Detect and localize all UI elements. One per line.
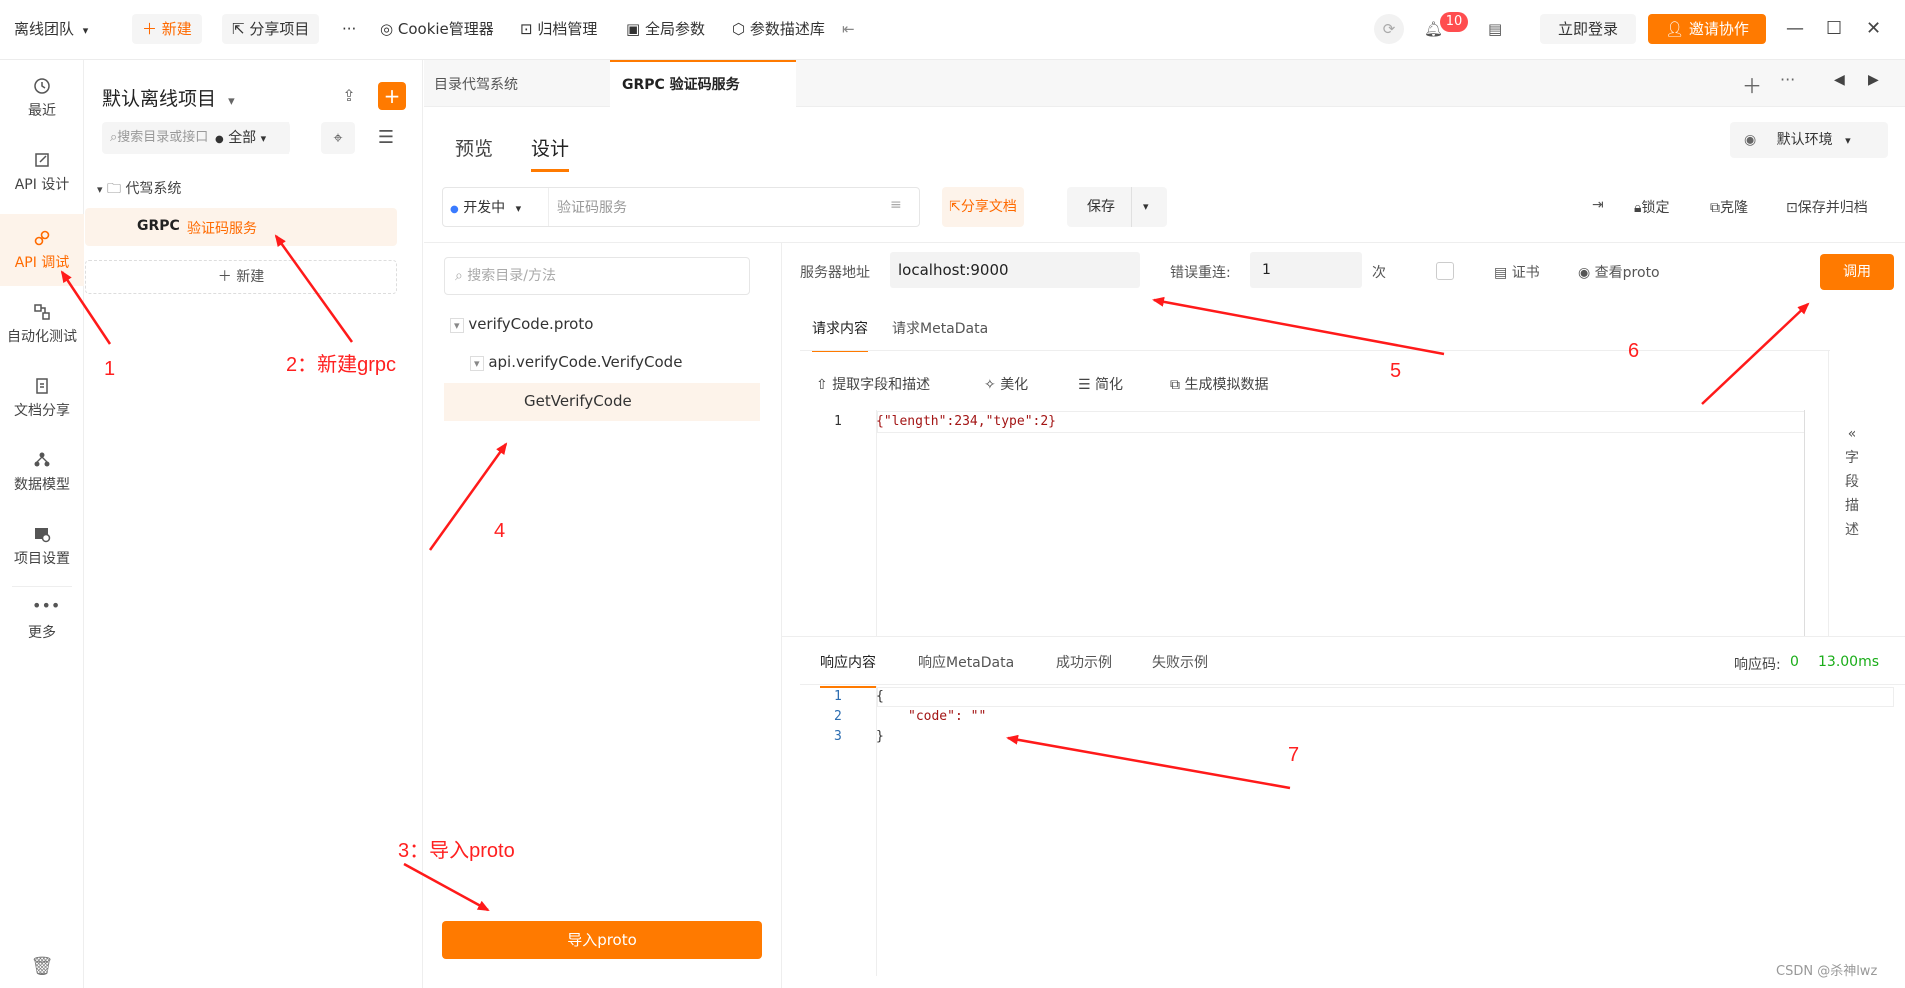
annotation-3: 3：导入proto	[398, 840, 515, 862]
arrow-6	[1701, 302, 1810, 405]
annotation-2: 2：新建grpc	[286, 354, 397, 376]
app-window: 离线团队 ▾ ＋ 新建 ⇱ 分享项目 ··· ◎ Cookie管理器 ⊡ 归档管…	[0, 0, 1905, 988]
annotation-7: 7	[1288, 744, 1300, 766]
arrow-1	[60, 270, 112, 345]
annotation-arrows	[60, 234, 1810, 912]
annotation-1: 1	[104, 358, 116, 380]
annotation-6: 6	[1628, 340, 1640, 362]
arrow-2	[274, 234, 354, 343]
arrow-3	[403, 862, 490, 912]
annotation-5: 5	[1390, 360, 1402, 382]
arrow-7	[1006, 734, 1291, 790]
arrow-5	[1152, 296, 1445, 356]
annotation-4: 4	[494, 520, 506, 542]
